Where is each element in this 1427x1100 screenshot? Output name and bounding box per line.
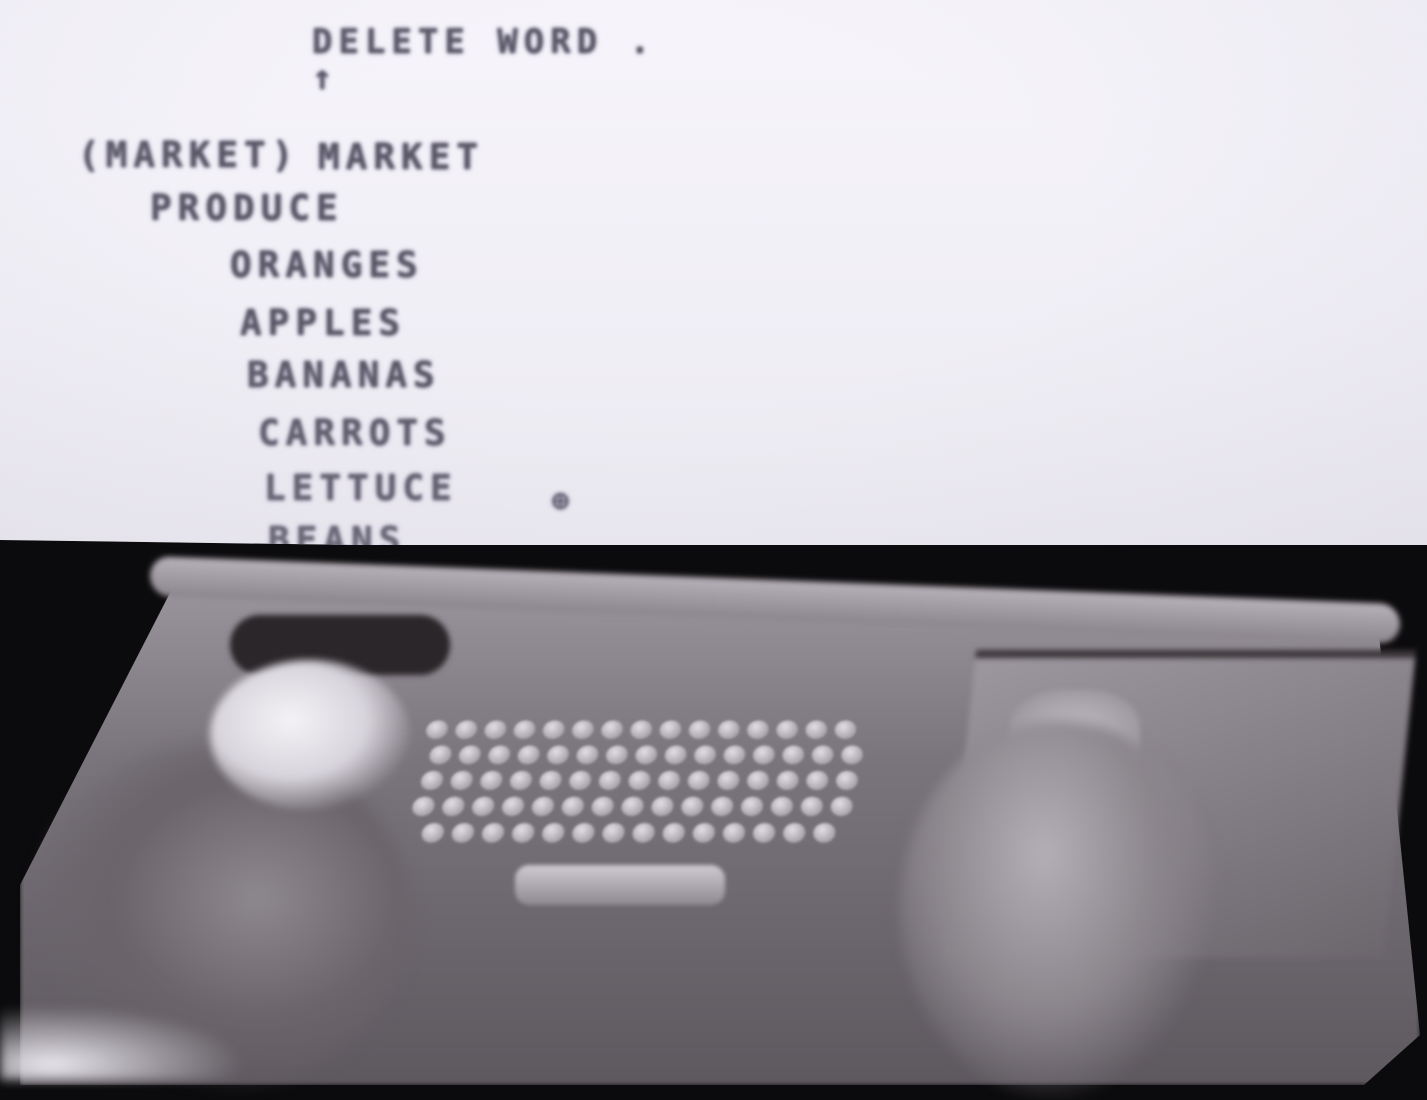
- key[interactable]: [516, 745, 540, 764]
- key[interactable]: [483, 720, 507, 739]
- key[interactable]: [746, 720, 769, 739]
- key[interactable]: [782, 745, 805, 764]
- key[interactable]: [441, 797, 466, 816]
- key[interactable]: [509, 771, 534, 790]
- key[interactable]: [723, 745, 746, 764]
- key[interactable]: [841, 745, 863, 764]
- space-bar[interactable]: [515, 865, 725, 905]
- key[interactable]: [512, 720, 536, 739]
- key[interactable]: [717, 771, 740, 790]
- key[interactable]: [830, 797, 853, 816]
- key[interactable]: [722, 823, 746, 843]
- key[interactable]: [687, 771, 711, 790]
- key[interactable]: [590, 797, 614, 816]
- key[interactable]: [657, 771, 681, 790]
- key[interactable]: [561, 797, 585, 816]
- key[interactable]: [480, 823, 505, 843]
- key[interactable]: [650, 797, 674, 816]
- terminal-screen: DELETE WORD . ↑ (MARKET) MARKET PRODUCE …: [0, 0, 1427, 545]
- command-line: DELETE WORD .: [312, 22, 656, 62]
- outline-item[interactable]: CARROTS: [258, 413, 452, 454]
- key[interactable]: [834, 720, 856, 739]
- key[interactable]: [662, 823, 686, 843]
- key[interactable]: [449, 771, 474, 790]
- key[interactable]: [629, 720, 652, 739]
- key[interactable]: [450, 823, 475, 843]
- key[interactable]: [419, 771, 444, 790]
- keyset-hand: [210, 660, 410, 810]
- key[interactable]: [806, 771, 829, 790]
- key[interactable]: [605, 745, 629, 764]
- key[interactable]: [479, 771, 504, 790]
- key-row: [425, 720, 894, 739]
- key-row: [411, 797, 891, 816]
- key[interactable]: [664, 745, 687, 764]
- key[interactable]: [457, 745, 482, 764]
- key[interactable]: [511, 823, 536, 843]
- key[interactable]: [541, 823, 566, 843]
- key[interactable]: [411, 797, 436, 816]
- key[interactable]: [811, 745, 834, 764]
- outline-item[interactable]: PRODUCE: [150, 188, 344, 229]
- key[interactable]: [680, 797, 704, 816]
- key[interactable]: [575, 745, 599, 764]
- outline-header-label: (MARKET): [78, 135, 299, 176]
- key[interactable]: [659, 720, 682, 739]
- key-row: [420, 823, 890, 843]
- key[interactable]: [600, 720, 624, 739]
- key[interactable]: [692, 823, 716, 843]
- key[interactable]: [776, 771, 799, 790]
- key[interactable]: [501, 797, 526, 816]
- key[interactable]: [813, 823, 836, 843]
- key[interactable]: [471, 797, 496, 816]
- key[interactable]: [568, 771, 592, 790]
- key[interactable]: [425, 720, 450, 739]
- outline-item[interactable]: BANANAS: [247, 355, 441, 396]
- key[interactable]: [746, 771, 769, 790]
- command-prompt: ↑: [312, 58, 338, 98]
- key[interactable]: [627, 771, 651, 790]
- key[interactable]: [776, 720, 799, 739]
- key[interactable]: [546, 745, 570, 764]
- key[interactable]: [782, 823, 805, 843]
- outline-item[interactable]: LETTUCE: [264, 468, 458, 509]
- key[interactable]: [631, 823, 655, 843]
- key[interactable]: [805, 720, 827, 739]
- key-row: [419, 771, 891, 790]
- key[interactable]: [487, 745, 512, 764]
- key[interactable]: [836, 771, 859, 790]
- key[interactable]: [800, 797, 823, 816]
- outline-header-title: MARKET: [318, 137, 484, 178]
- key[interactable]: [571, 720, 595, 739]
- key[interactable]: [571, 823, 596, 843]
- key[interactable]: [454, 720, 479, 739]
- key[interactable]: [634, 745, 658, 764]
- key[interactable]: [693, 745, 716, 764]
- key[interactable]: [752, 823, 776, 843]
- key-row: [428, 745, 893, 764]
- key[interactable]: [531, 797, 556, 816]
- outline-item[interactable]: APPLES: [240, 303, 406, 344]
- workstation-console: [0, 540, 1427, 1080]
- right-hand: [900, 720, 1220, 1100]
- key[interactable]: [688, 720, 711, 739]
- key[interactable]: [601, 823, 625, 843]
- key[interactable]: [740, 797, 763, 816]
- key[interactable]: [620, 797, 644, 816]
- key[interactable]: [770, 797, 793, 816]
- key[interactable]: [752, 745, 775, 764]
- key[interactable]: [538, 771, 562, 790]
- cursor-icon: ⊕: [552, 484, 575, 517]
- cable: [0, 1000, 260, 1080]
- key[interactable]: [428, 745, 453, 764]
- key[interactable]: [710, 797, 734, 816]
- key[interactable]: [542, 720, 566, 739]
- outline-item[interactable]: ORANGES: [230, 245, 424, 286]
- key[interactable]: [598, 771, 622, 790]
- key[interactable]: [717, 720, 740, 739]
- key[interactable]: [420, 823, 445, 843]
